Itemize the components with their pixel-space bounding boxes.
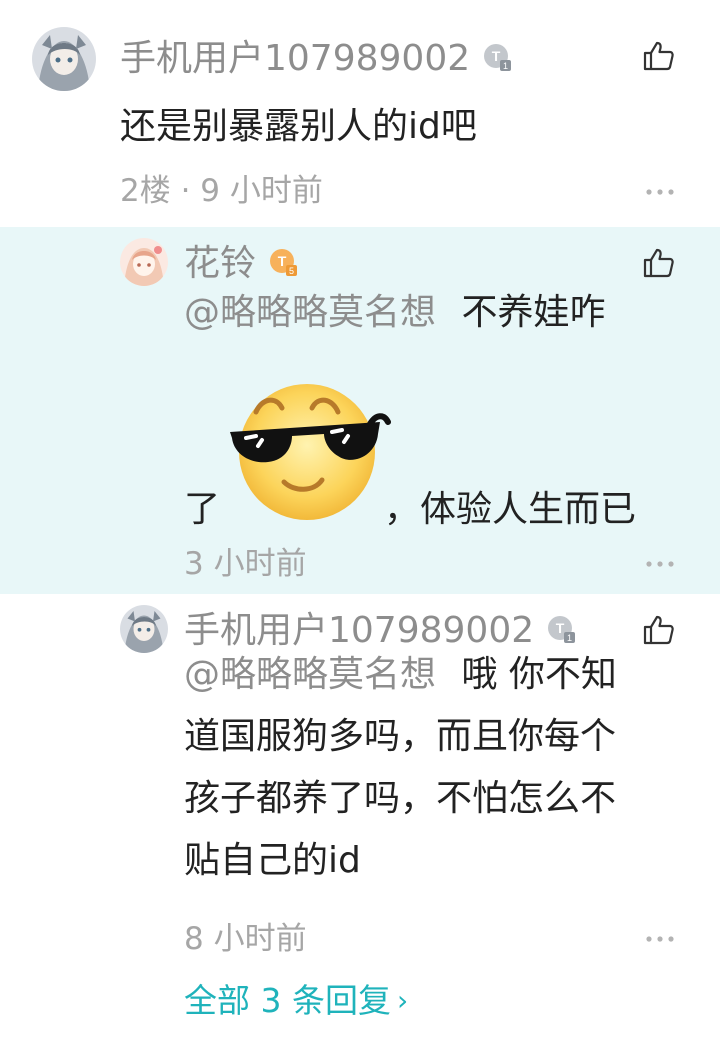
username[interactable]: 手机用户107989002 T 1 — [120, 41, 512, 77]
svg-text:1: 1 — [503, 61, 508, 71]
user-avatar[interactable] — [32, 27, 96, 91]
user-avatar[interactable] — [120, 238, 168, 286]
more-options-icon[interactable] — [646, 188, 674, 196]
mention-link[interactable]: @略略略莫名想 — [184, 654, 436, 695]
level-badge-icon: T 1 — [546, 614, 576, 644]
chevron-right-icon: › — [396, 984, 409, 1017]
username[interactable]: 花铃 T 5 — [184, 246, 298, 282]
user-avatar[interactable] — [120, 605, 168, 653]
comment-thread: 手机用户107989002 T 1 还是别暴露别人的id吧 2楼 · 9 小时前 — [0, 0, 720, 1049]
reply-text: 哦 你不知 — [461, 654, 617, 695]
reply-meta: 8 小时前 — [184, 921, 307, 957]
reply-text: 贴自己的id — [184, 840, 361, 881]
view-all-replies-link[interactable]: 全部 3 条回复 › — [184, 984, 408, 1017]
reply-text: 孩子都养了吗，不怕怎么不 — [184, 778, 617, 819]
reply-item: 花铃 T 5 @略略略莫名想 不养娃咋 了 ，体验人生而已 3 小时前 — [0, 227, 720, 594]
reply-text-line: @略略略莫名想 哦 你不知 — [184, 644, 617, 706]
more-options-icon[interactable] — [646, 935, 674, 943]
comment-text: 还是别暴露别人的id吧 — [120, 106, 477, 147]
like-button[interactable] — [642, 247, 676, 279]
reply-item: 手机用户107989002 T 1 @略略略莫名想 哦 你不知 道国服狗多吗，而… — [0, 594, 720, 1017]
like-button[interactable] — [642, 614, 676, 646]
level-badge-icon: T 1 — [482, 42, 512, 72]
reply-text-block: @略略略莫名想 哦 你不知 道国服狗多吗，而且你每个 孩子都养了吗，不怕怎么不 … — [184, 644, 617, 892]
cool-sunglasses-emoji-icon — [220, 364, 394, 538]
username-text: 手机用户107989002 — [120, 38, 471, 79]
more-options-icon[interactable] — [646, 560, 674, 568]
reply-text: 了 — [184, 489, 221, 530]
reply-meta: 3 小时前 — [184, 546, 307, 582]
reply-text-line: @略略略莫名想 不养娃咋 — [184, 295, 605, 331]
svg-text:T: T — [556, 620, 565, 636]
svg-text:T: T — [492, 48, 501, 64]
thumbs-up-icon — [643, 41, 674, 71]
floor-comment: 手机用户107989002 T 1 还是别暴露别人的id吧 2楼 · 9 小时前 — [0, 0, 720, 227]
mention-link[interactable]: @略略略莫名想 — [184, 292, 436, 333]
svg-text:5: 5 — [289, 266, 294, 276]
view-all-replies-label: 全部 3 条回复 — [184, 981, 391, 1020]
like-button[interactable] — [642, 40, 676, 72]
thumbs-up-icon — [643, 615, 674, 645]
svg-text:T: T — [278, 253, 287, 269]
thumbs-up-icon — [643, 248, 674, 278]
reply-text: 道国服狗多吗，而且你每个 — [184, 716, 617, 757]
svg-text:1: 1 — [567, 633, 572, 643]
level-badge-icon: T 5 — [268, 247, 298, 277]
username-text: 花铃 — [184, 243, 257, 284]
reply-text: ，体验人生而已 — [384, 489, 637, 530]
reply-text: 不养娃咋 — [461, 292, 606, 333]
comment-meta: 2楼 · 9 小时前 — [120, 173, 323, 209]
